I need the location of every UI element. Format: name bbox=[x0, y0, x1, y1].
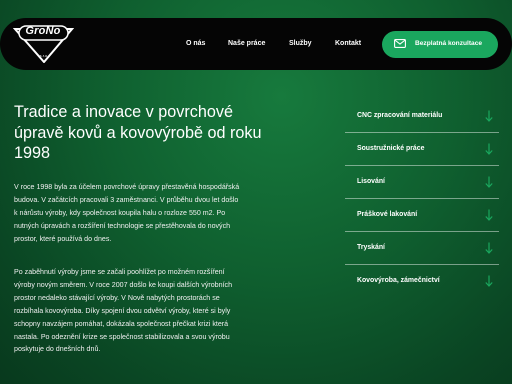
nav-link-sluzby[interactable]: Služby bbox=[289, 40, 312, 47]
free-consultation-button[interactable]: Bezplatná konzultace bbox=[382, 31, 498, 58]
arrow-down-icon bbox=[485, 176, 493, 188]
services-list: CNC zpracování materiálu Soustružnické p… bbox=[345, 100, 499, 297]
service-label: Lisování bbox=[357, 178, 385, 185]
top-navigation-bar: GroNo s.r.o. O nás Naše práce Služby Kon… bbox=[0, 18, 512, 70]
arrow-down-icon bbox=[485, 242, 493, 254]
service-item-cnc[interactable]: CNC zpracování materiálu bbox=[345, 100, 499, 132]
nav-link-kontakt[interactable]: Kontakt bbox=[335, 40, 361, 47]
logo-subtext: s.r.o. bbox=[39, 53, 49, 58]
service-item-soustruznicke[interactable]: Soustružnické práce bbox=[345, 132, 499, 165]
service-item-praskove-lakovani[interactable]: Práškové lakování bbox=[345, 198, 499, 231]
history-paragraph-1: V roce 1998 byla za účelem povrchové úpr… bbox=[14, 183, 240, 243]
service-label: CNC zpracování materiálu bbox=[357, 112, 443, 119]
nav-link-o-nas[interactable]: O nás bbox=[186, 40, 205, 47]
history-paragraph-2: Po zaběhnutí výroby jsme se začali poohl… bbox=[14, 268, 233, 354]
service-label: Tryskání bbox=[357, 244, 385, 251]
service-item-tryskani[interactable]: Tryskání bbox=[345, 231, 499, 264]
arrow-down-icon bbox=[485, 143, 493, 155]
mail-icon bbox=[394, 39, 406, 48]
arrow-down-icon bbox=[485, 110, 493, 122]
cta-label: Bezplatná konzultace bbox=[415, 40, 483, 47]
service-item-kovovyroba[interactable]: Kovovýroba, zámečnictví bbox=[345, 264, 499, 297]
arrow-down-icon bbox=[485, 209, 493, 221]
nav-link-nase-prace[interactable]: Naše práce bbox=[228, 40, 265, 47]
logo-text: GroNo bbox=[25, 25, 61, 37]
page-heading: Tradice a inovace v povrchové úpravě kov… bbox=[14, 103, 262, 162]
service-label: Kovovýroba, zámečnictví bbox=[357, 277, 440, 284]
company-logo[interactable]: GroNo s.r.o. bbox=[13, 25, 74, 63]
service-item-lisovani[interactable]: Lisování bbox=[345, 165, 499, 198]
arrow-down-icon bbox=[485, 275, 493, 287]
service-label: Práškové lakování bbox=[357, 211, 418, 218]
service-label: Soustružnické práce bbox=[357, 145, 425, 152]
